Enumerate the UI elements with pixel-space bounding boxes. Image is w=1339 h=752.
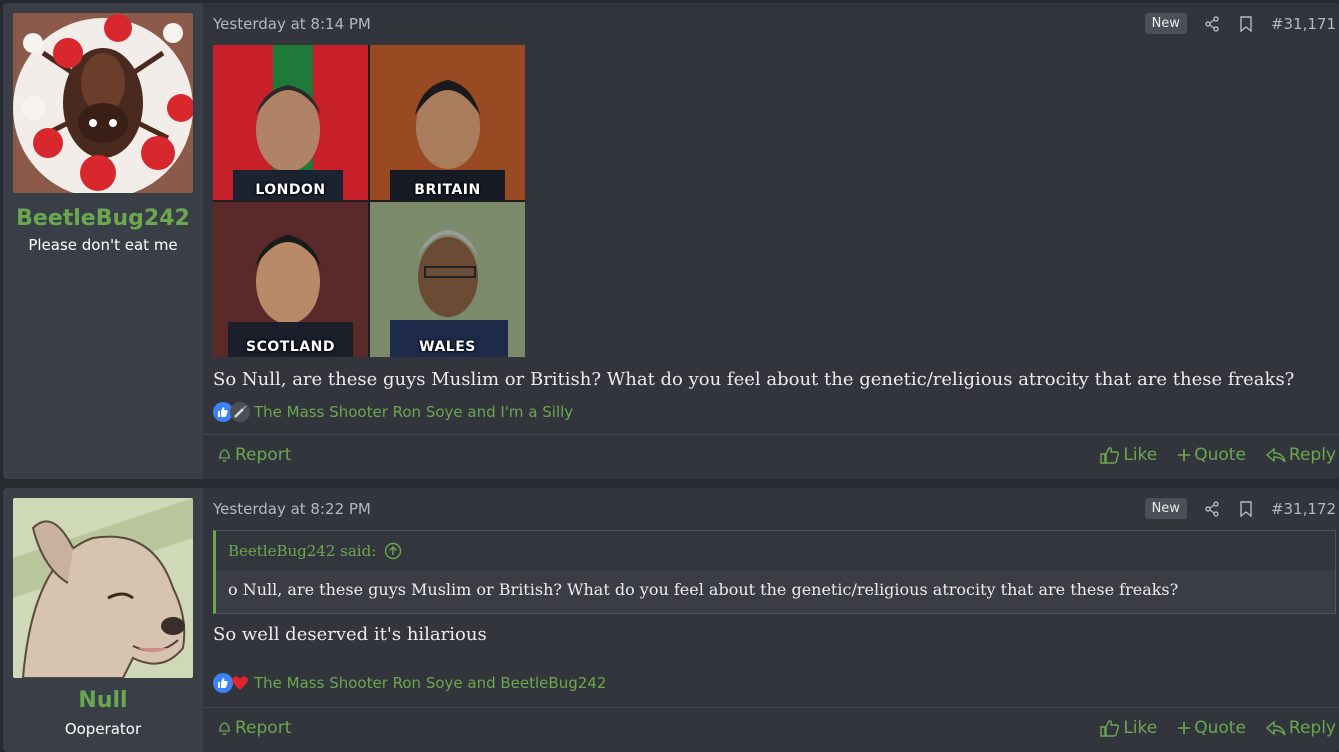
image-label: BRITAIN (414, 182, 481, 198)
post-body: So Null, are these guys Muslim or Britis… (213, 369, 1295, 390)
reply-label: Reply (1288, 718, 1336, 738)
post-main: Yesterday at 8:14 PM New #31,171 LONDON … (203, 3, 1339, 479)
post-date[interactable]: Yesterday at 8:22 PM (213, 500, 371, 518)
post-actions: Like Quote Reply (1100, 445, 1336, 465)
post-footer: Report Like Quote Reply (203, 707, 1339, 752)
thumbs-up-icon (1100, 447, 1120, 464)
syringe-icon (230, 402, 250, 422)
image-label: LONDON (255, 182, 326, 198)
username[interactable]: BeetleBug242 (3, 206, 203, 231)
dog-avatar[interactable] (13, 498, 193, 678)
image-label: SCOTLAND (246, 339, 335, 355)
arrow-up-circle-icon[interactable] (384, 542, 402, 560)
report-button[interactable]: Report (217, 718, 291, 738)
image-cell-scotland: SCOTLAND (213, 202, 368, 357)
like-button[interactable]: Like (1100, 718, 1157, 738)
beetle-cake-avatar[interactable] (13, 13, 193, 193)
reply-icon (1265, 720, 1286, 736)
reactions-text[interactable]: The Mass Shooter Ron Soye and BeetleBug2… (254, 674, 606, 692)
post-image[interactable]: LONDON BRITAIN SCOTLAND WALES (213, 45, 525, 357)
post-number[interactable]: #31,172 (1271, 500, 1336, 518)
post-meta: New #31,171 (1144, 13, 1336, 34)
image-label: WALES (419, 339, 476, 355)
post-body: So well deserved it's hilarious (213, 624, 487, 645)
bookmark-icon[interactable] (1237, 15, 1255, 33)
like-label: Like (1123, 718, 1158, 738)
post-31172: Null Ooperator Yesterday at 8:22 PM New … (3, 488, 1339, 752)
plus-icon (1178, 449, 1191, 461)
quote-header[interactable]: BeetleBug242 said: (216, 531, 1335, 571)
bell-icon (219, 449, 230, 462)
quote-button[interactable]: Quote (1177, 718, 1246, 738)
plus-icon (1178, 722, 1191, 734)
quote-label: Quote (1194, 445, 1246, 465)
quote-author: BeetleBug242 said: (228, 542, 377, 560)
heart-icon (230, 673, 250, 693)
reply-icon (1265, 447, 1286, 463)
reply-button[interactable]: Reply (1265, 445, 1336, 465)
new-badge: New (1144, 13, 1187, 34)
reply-label: Reply (1288, 445, 1336, 465)
post-meta: New #31,172 (1144, 498, 1336, 519)
reactions-bar[interactable]: The Mass Shooter Ron Soye and I'm a Sill… (213, 402, 573, 422)
post-number[interactable]: #31,171 (1271, 15, 1336, 33)
share-icon[interactable] (1203, 500, 1221, 518)
quote-block: BeetleBug242 said: o Null, are these guy… (213, 530, 1336, 614)
like-label: Like (1123, 445, 1158, 465)
post-31171: BeetleBug242 Please don't eat me Yesterd… (3, 3, 1339, 479)
reactions-text[interactable]: The Mass Shooter Ron Soye and I'm a Sill… (254, 403, 573, 421)
image-cell-britain: BRITAIN (370, 45, 525, 200)
share-icon[interactable] (1203, 15, 1221, 33)
quote-label: Quote (1194, 718, 1246, 738)
image-cell-wales: WALES (370, 202, 525, 357)
bookmark-icon[interactable] (1237, 500, 1255, 518)
bell-icon (219, 722, 230, 735)
reactions-bar[interactable]: The Mass Shooter Ron Soye and BeetleBug2… (213, 673, 606, 693)
post-actions: Like Quote Reply (1100, 718, 1336, 738)
image-cell-london: LONDON (213, 45, 368, 200)
user-panel: Null Ooperator (3, 488, 203, 752)
username[interactable]: Null (3, 688, 203, 713)
report-button[interactable]: Report (217, 445, 291, 465)
post-date[interactable]: Yesterday at 8:14 PM (213, 15, 371, 33)
quote-button[interactable]: Quote (1177, 445, 1246, 465)
new-badge: New (1144, 498, 1187, 519)
like-button[interactable]: Like (1100, 445, 1157, 465)
user-panel: BeetleBug242 Please don't eat me (3, 3, 203, 479)
reply-button[interactable]: Reply (1265, 718, 1336, 738)
user-title: Ooperator (64, 720, 142, 738)
thumbs-up-icon (1100, 720, 1120, 737)
report-label: Report (235, 445, 292, 465)
post-main: Yesterday at 8:22 PM New #31,172 BeetleB… (203, 488, 1339, 752)
user-title: Please don't eat me (28, 236, 178, 254)
post-footer: Report Like Quote Reply (203, 434, 1339, 479)
report-label: Report (235, 718, 292, 738)
quote-text: o Null, are these guys Muslim or British… (228, 580, 1179, 599)
